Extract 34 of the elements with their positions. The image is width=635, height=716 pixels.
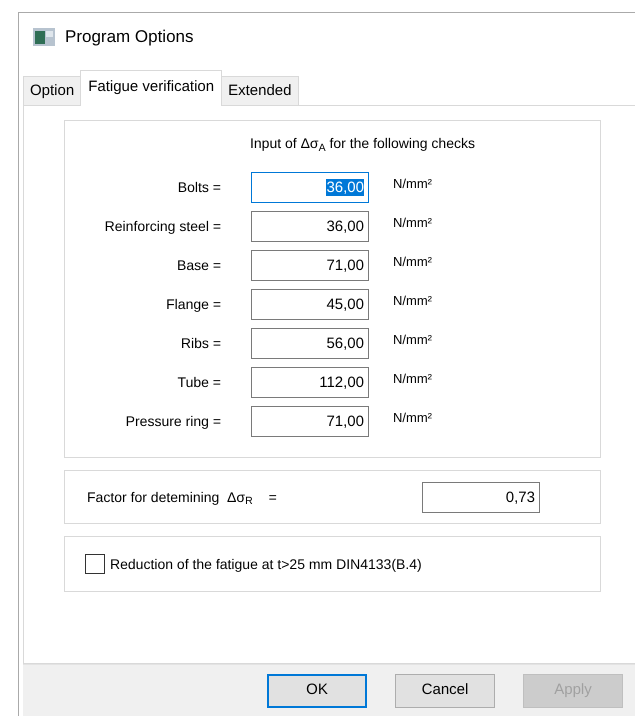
dialog-button[interactable]: OK: [267, 674, 367, 708]
field-label: Base =: [176, 256, 222, 275]
group-heading: Input of Δσ$_{A}$ for the following checks: [248, 134, 476, 154]
factor-label: Factor for detemining Δσ$_{R}$: [87, 488, 253, 508]
field-label: Tube =: [176, 373, 222, 392]
unit-label: N/mm²: [393, 253, 432, 271]
tab[interactable]: Fatigue verification: [80, 70, 222, 106]
unit-label: N/mm²: [393, 331, 432, 349]
value-field[interactable]: 36,00: [251, 211, 369, 242]
tab[interactable]: Extended: [221, 76, 298, 105]
tab[interactable]: Option: [23, 76, 82, 105]
unit-label: N/mm²: [393, 214, 432, 232]
field-label: Reinforcing steel =: [104, 217, 222, 236]
unit-label: N/mm²: [393, 175, 432, 193]
reduction-checkbox[interactable]: [85, 554, 105, 574]
factor-field[interactable]: 0,73: [422, 482, 540, 512]
field-label: Bolts =: [176, 178, 222, 197]
value-field[interactable]: 36,00: [251, 172, 369, 203]
unit-label: N/mm²: [393, 409, 432, 427]
field-label: Pressure ring =: [124, 412, 222, 431]
value-field[interactable]: 45,00: [251, 289, 369, 320]
dialog-button[interactable]: Cancel: [395, 674, 495, 708]
value-field[interactable]: 56,00: [251, 328, 369, 359]
field-label: Flange =: [165, 295, 222, 314]
checkbox-label[interactable]: Reduction of the fatigue at t>25 mm DIN4133(B.4): [110, 554, 422, 574]
app-icon: [33, 28, 55, 46]
value-field[interactable]: 112,00: [251, 367, 369, 398]
value-field[interactable]: 71,00: [251, 406, 369, 437]
unit-label: N/mm²: [393, 370, 432, 388]
unit-label: N/mm²: [393, 292, 432, 310]
value-field[interactable]: 71,00: [251, 250, 369, 281]
equals-sign: =: [268, 488, 277, 506]
field-label: Ribs =: [180, 334, 222, 353]
window-title: Program Options: [65, 26, 194, 48]
